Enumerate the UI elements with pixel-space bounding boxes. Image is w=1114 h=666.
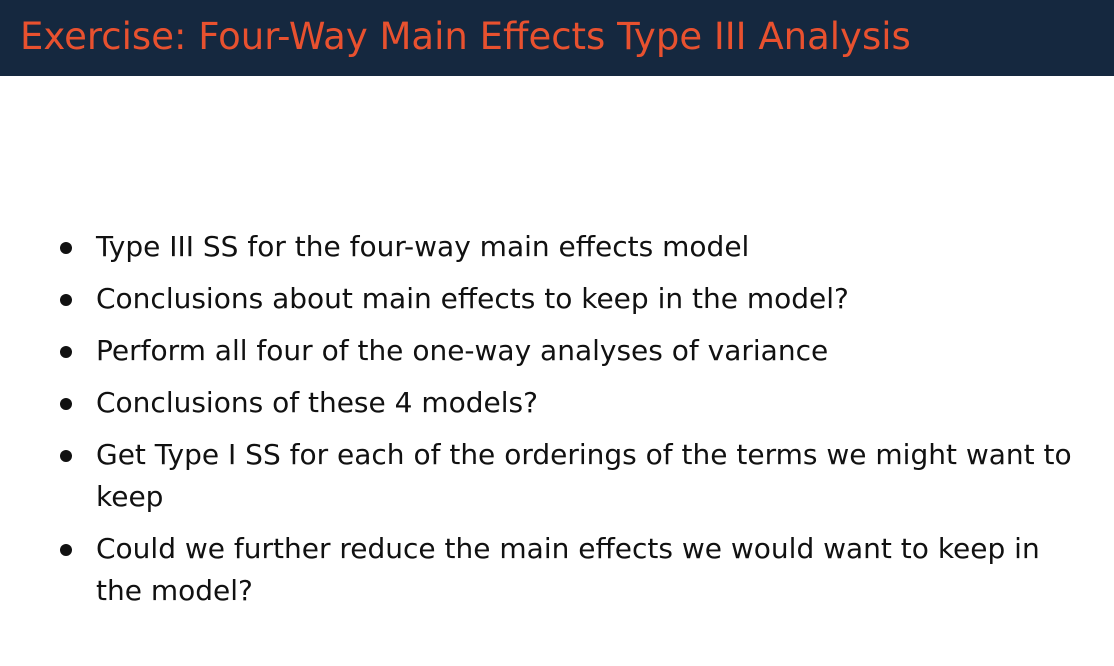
bullet-icon <box>60 294 72 306</box>
bullet-item: Perform all four of the one-way analyses… <box>60 330 1080 372</box>
bullet-text: Conclusions of these 4 models? <box>96 386 538 419</box>
slide: Exercise: Four-Way Main Effects Type III… <box>0 0 1114 666</box>
bullet-text: Type III SS for the four-way main effect… <box>96 230 750 263</box>
bullet-text: Perform all four of the one-way analyses… <box>96 334 829 367</box>
bullet-text: Conclusions about main effects to keep i… <box>96 282 849 315</box>
bullet-icon <box>60 242 72 254</box>
bullet-icon <box>60 398 72 410</box>
bullet-list: Type III SS for the four-way main effect… <box>60 226 1080 622</box>
bullet-text: Could we further reduce the main effects… <box>96 532 1040 607</box>
title-bar: Exercise: Four-Way Main Effects Type III… <box>0 0 1114 76</box>
bullet-item: Conclusions of these 4 models? <box>60 382 1080 424</box>
bullet-item: Get Type I SS for each of the orderings … <box>60 434 1080 518</box>
bullet-text: Get Type I SS for each of the orderings … <box>96 438 1072 513</box>
bullet-icon <box>60 450 72 462</box>
bullet-item: Type III SS for the four-way main effect… <box>60 226 1080 268</box>
bullet-icon <box>60 544 72 556</box>
bullet-item: Could we further reduce the main effects… <box>60 528 1080 612</box>
bullet-icon <box>60 346 72 358</box>
bullet-item: Conclusions about main effects to keep i… <box>60 278 1080 320</box>
slide-title: Exercise: Four-Way Main Effects Type III… <box>20 15 911 58</box>
